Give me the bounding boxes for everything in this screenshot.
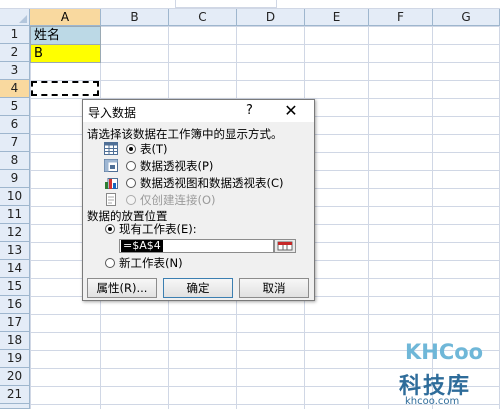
- connection-icon: [106, 193, 116, 206]
- column-header-e[interactable]: E: [305, 9, 369, 26]
- column-header-a[interactable]: A: [30, 9, 101, 26]
- new-sheet-label[interactable]: 新工作表(N): [119, 255, 183, 271]
- row-header[interactable]: 13: [0, 242, 30, 260]
- column-header-c[interactable]: C: [169, 9, 237, 26]
- khcoo-watermark: KHCoo 科技库 khcoo.com: [395, 338, 500, 409]
- import-data-dialog: 导入数据 ? ✕ 请选择该数据在工作簿中的显示方式。 表(T) 数据透视表(P): [82, 99, 315, 301]
- cell-a4-marquee[interactable]: [31, 81, 99, 96]
- watermark-url: khcoo.com: [405, 396, 460, 407]
- existing-sheet-label[interactable]: 现有工作表(E):: [119, 221, 197, 237]
- spreadsheet: A B C D E F G 1 2 3 4 5 6 7 8 9 10 11 12…: [0, 0, 500, 409]
- radio-table[interactable]: [126, 144, 136, 154]
- row-header[interactable]: 16: [0, 296, 30, 314]
- help-button[interactable]: ?: [246, 103, 253, 118]
- option-pivot-table-label[interactable]: 数据透视表(P): [140, 158, 213, 174]
- ok-button[interactable]: 确定: [163, 278, 233, 298]
- watermark-logo: KHCoo: [405, 340, 484, 364]
- cancel-button[interactable]: 取消: [239, 278, 309, 298]
- column-header-f[interactable]: F: [369, 9, 433, 26]
- radio-existing-sheet[interactable]: [105, 224, 115, 234]
- row-header[interactable]: 15: [0, 278, 30, 296]
- column-header-d[interactable]: D: [237, 9, 305, 26]
- radio-new-sheet[interactable]: [105, 258, 115, 268]
- display-prompt: 请选择该数据在工作簿中的显示方式。: [87, 127, 283, 141]
- option-connection-only-label: 仅创建连接(O): [140, 193, 216, 207]
- row-header[interactable]: 19: [0, 350, 30, 368]
- pivot-table-icon: [104, 159, 118, 172]
- row-header[interactable]: 17: [0, 314, 30, 332]
- row-header[interactable]: 11: [0, 206, 30, 224]
- row-header[interactable]: [0, 404, 30, 409]
- formula-bar-edge: [0, 0, 500, 9]
- row-header[interactable]: 10: [0, 188, 30, 206]
- row-header[interactable]: 20: [0, 368, 30, 386]
- row-header[interactable]: 5: [0, 98, 30, 116]
- dialog-title-bar[interactable]: 导入数据 ? ✕: [83, 100, 314, 122]
- reference-input[interactable]: =$A$4: [119, 239, 274, 253]
- row-header[interactable]: 21: [0, 386, 30, 404]
- row-header[interactable]: 18: [0, 332, 30, 350]
- table-icon: [104, 142, 118, 155]
- cell-a1[interactable]: 姓名: [30, 26, 101, 45]
- close-icon[interactable]: ✕: [281, 101, 301, 120]
- column-header-g[interactable]: G: [433, 9, 500, 26]
- radio-pivot-table[interactable]: [126, 161, 136, 171]
- row-header[interactable]: 7: [0, 134, 30, 152]
- column-header-b[interactable]: B: [101, 9, 169, 26]
- row-header[interactable]: 14: [0, 260, 30, 278]
- radio-pivot-chart[interactable]: [126, 178, 136, 188]
- properties-button[interactable]: 属性(R)...: [87, 278, 157, 298]
- cell-a2[interactable]: B: [30, 44, 101, 63]
- row-header[interactable]: 3: [0, 62, 30, 80]
- row-header[interactable]: 9: [0, 170, 30, 188]
- row-header[interactable]: 12: [0, 224, 30, 242]
- row-header[interactable]: 4: [0, 80, 30, 98]
- row-header[interactable]: 8: [0, 152, 30, 170]
- radio-connection-only: [126, 195, 136, 205]
- dialog-title: 导入数据: [88, 106, 137, 120]
- reference-value: =$A$4: [121, 239, 163, 252]
- collapse-dialog-button[interactable]: [274, 239, 296, 253]
- row-header[interactable]: 1: [0, 26, 30, 44]
- pivot-chart-icon: [105, 178, 118, 189]
- option-table-label[interactable]: 表(T): [140, 141, 168, 157]
- option-pivot-chart-label[interactable]: 数据透视图和数据透视表(C): [140, 175, 284, 191]
- row-header[interactable]: 6: [0, 116, 30, 134]
- select-all-corner[interactable]: [0, 9, 30, 26]
- range-select-icon: [277, 241, 293, 251]
- row-header[interactable]: 2: [0, 44, 30, 62]
